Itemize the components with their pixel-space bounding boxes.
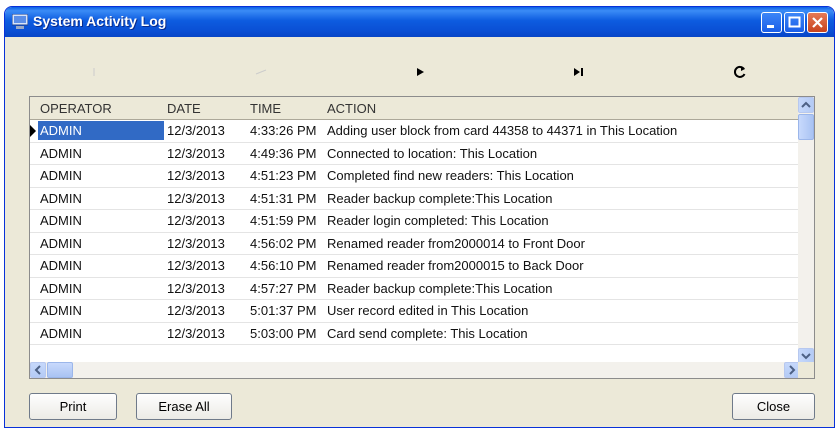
last-record-button[interactable]: [569, 65, 589, 79]
action-cell: Renamed reader from2000014 to Front Door: [327, 235, 585, 251]
time-cell: 4:51:31 PM: [250, 190, 317, 206]
action-cell: Adding user block from card 44358 to 443…: [327, 123, 678, 138]
operator-cell: ADMIN: [40, 303, 82, 318]
chevron-right-icon: [789, 365, 796, 375]
activity-grid[interactable]: OPERATOR DATE TIME ACTION ADMIN 12/3/2013…: [29, 96, 815, 379]
date-cell: 12/3/2013: [167, 123, 225, 138]
first-record-button[interactable]: [87, 65, 107, 79]
date-cell: 12/3/2013: [167, 325, 225, 341]
vertical-scroll-thumb[interactable]: [798, 114, 814, 140]
date-cell: 12/3/2013: [167, 168, 225, 183]
navigation-toolbar: [5, 37, 834, 95]
scroll-left-button[interactable]: [30, 362, 46, 378]
minimize-icon: [767, 25, 774, 28]
close-icon: [812, 17, 823, 28]
first-record-icon: [93, 68, 95, 76]
vertical-scrollbar[interactable]: [798, 97, 814, 364]
time-cell: 5:01:37 PM: [250, 303, 317, 318]
operator-cell: ADMIN: [40, 235, 82, 251]
close-button[interactable]: Close: [732, 393, 815, 420]
erase-all-button[interactable]: Erase All: [136, 393, 232, 420]
time-cell: 4:56:10 PM: [250, 258, 317, 273]
time-cell: 4:56:02 PM: [250, 235, 317, 251]
operator-cell: ADMIN: [40, 325, 82, 341]
table-row[interactable]: ADMIN 12/3/2013 4:51:59 PM Reader login com…: [30, 210, 800, 233]
time-cell: 4:33:26 PM: [250, 123, 317, 138]
operator-cell: ADMIN: [40, 213, 82, 228]
refresh-button[interactable]: [730, 65, 750, 79]
action-cell: Reader login completed: This Location: [327, 213, 549, 228]
column-header-action[interactable]: ACTION: [327, 101, 376, 116]
grid-rows: ADMIN 12/3/2013 4:33:26 PM Adding user bloc…: [30, 120, 800, 345]
action-cell: Card send complete: This Location: [327, 325, 528, 341]
operator-cell: ADMIN: [40, 258, 82, 273]
minimize-button[interactable]: [761, 12, 782, 33]
date-cell: 12/3/2013: [167, 190, 225, 206]
window-title: System Activity Log: [33, 13, 167, 29]
next-record-button[interactable]: [410, 65, 430, 79]
action-cell: Completed find new readers: This Locatio…: [327, 168, 574, 183]
date-cell: 12/3/2013: [167, 258, 225, 273]
action-cell: Renamed reader from2000015 to Back Door: [327, 258, 584, 273]
horizontal-scroll-thumb[interactable]: [47, 362, 73, 378]
action-cell: Connected to location: This Location: [327, 145, 538, 161]
table-row[interactable]: ADMIN 12/3/2013 5:03:00 PM Card send comple…: [30, 323, 800, 345]
maximize-icon: [788, 16, 801, 28]
previous-record-icon: [255, 69, 267, 75]
time-cell: 4:51:23 PM: [250, 168, 317, 183]
action-cell: Reader backup complete:This Location: [327, 280, 553, 296]
scrollbar-corner: [798, 362, 814, 378]
operator-cell: ADMIN: [40, 145, 82, 161]
system-activity-log-window: System Activity Log OPERATOR DATE TIME A…: [4, 6, 835, 428]
column-header-time[interactable]: TIME: [250, 101, 281, 116]
current-row-indicator-icon: [30, 125, 36, 137]
previous-record-button[interactable]: [251, 65, 271, 79]
operator-cell: ADMIN: [40, 168, 82, 183]
time-cell: 4:51:59 PM: [250, 213, 317, 228]
app-icon: [12, 14, 28, 29]
maximize-button[interactable]: [784, 12, 805, 33]
column-header-date[interactable]: DATE: [167, 101, 201, 116]
time-cell: 4:49:36 PM: [250, 145, 317, 161]
column-header-operator[interactable]: OPERATOR: [40, 101, 112, 116]
time-cell: 4:57:27 PM: [250, 280, 317, 296]
close-window-button[interactable]: [807, 12, 828, 33]
date-cell: 12/3/2013: [167, 280, 225, 296]
last-record-icon: [574, 68, 583, 76]
chevron-up-icon: [801, 101, 811, 108]
table-row[interactable]: ADMIN 12/3/2013 4:57:27 PM Reader backup co…: [30, 278, 800, 300]
time-cell: 5:03:00 PM: [250, 325, 317, 341]
refresh-icon: [733, 65, 746, 78]
horizontal-scrollbar[interactable]: [30, 362, 800, 378]
table-row[interactable]: ADMIN 12/3/2013 4:33:26 PM Adding user bloc…: [30, 120, 800, 143]
next-record-icon: [417, 68, 424, 76]
operator-cell: ADMIN: [40, 280, 82, 296]
table-row[interactable]: ADMIN 12/3/2013 4:51:31 PM Reader backup co…: [30, 188, 800, 210]
title-bar[interactable]: System Activity Log: [5, 7, 834, 37]
action-cell: Reader backup complete:This Location: [327, 190, 553, 206]
scroll-up-button[interactable]: [798, 97, 814, 113]
table-row[interactable]: ADMIN 12/3/2013 4:51:23 PM Completed find n…: [30, 165, 800, 188]
print-button[interactable]: Print: [29, 393, 117, 420]
date-cell: 12/3/2013: [167, 213, 225, 228]
date-cell: 12/3/2013: [167, 145, 225, 161]
table-row[interactable]: ADMIN 12/3/2013 4:56:02 PM Renamed reader f…: [30, 233, 800, 255]
chevron-left-icon: [34, 365, 41, 375]
operator-cell: ADMIN: [40, 190, 82, 206]
chevron-down-icon: [801, 353, 811, 360]
table-row[interactable]: ADMIN 12/3/2013 4:49:36 PM Connected to loc…: [30, 143, 800, 165]
operator-cell: ADMIN: [40, 123, 82, 138]
table-row[interactable]: ADMIN 12/3/2013 4:56:10 PM Renamed reader f…: [30, 255, 800, 278]
table-row[interactable]: ADMIN 12/3/2013 5:01:37 PM User record edit…: [30, 300, 800, 323]
date-cell: 12/3/2013: [167, 235, 225, 251]
grid-header: OPERATOR DATE TIME ACTION: [30, 97, 800, 120]
date-cell: 12/3/2013: [167, 303, 225, 318]
action-cell: User record edited in This Location: [327, 303, 529, 318]
